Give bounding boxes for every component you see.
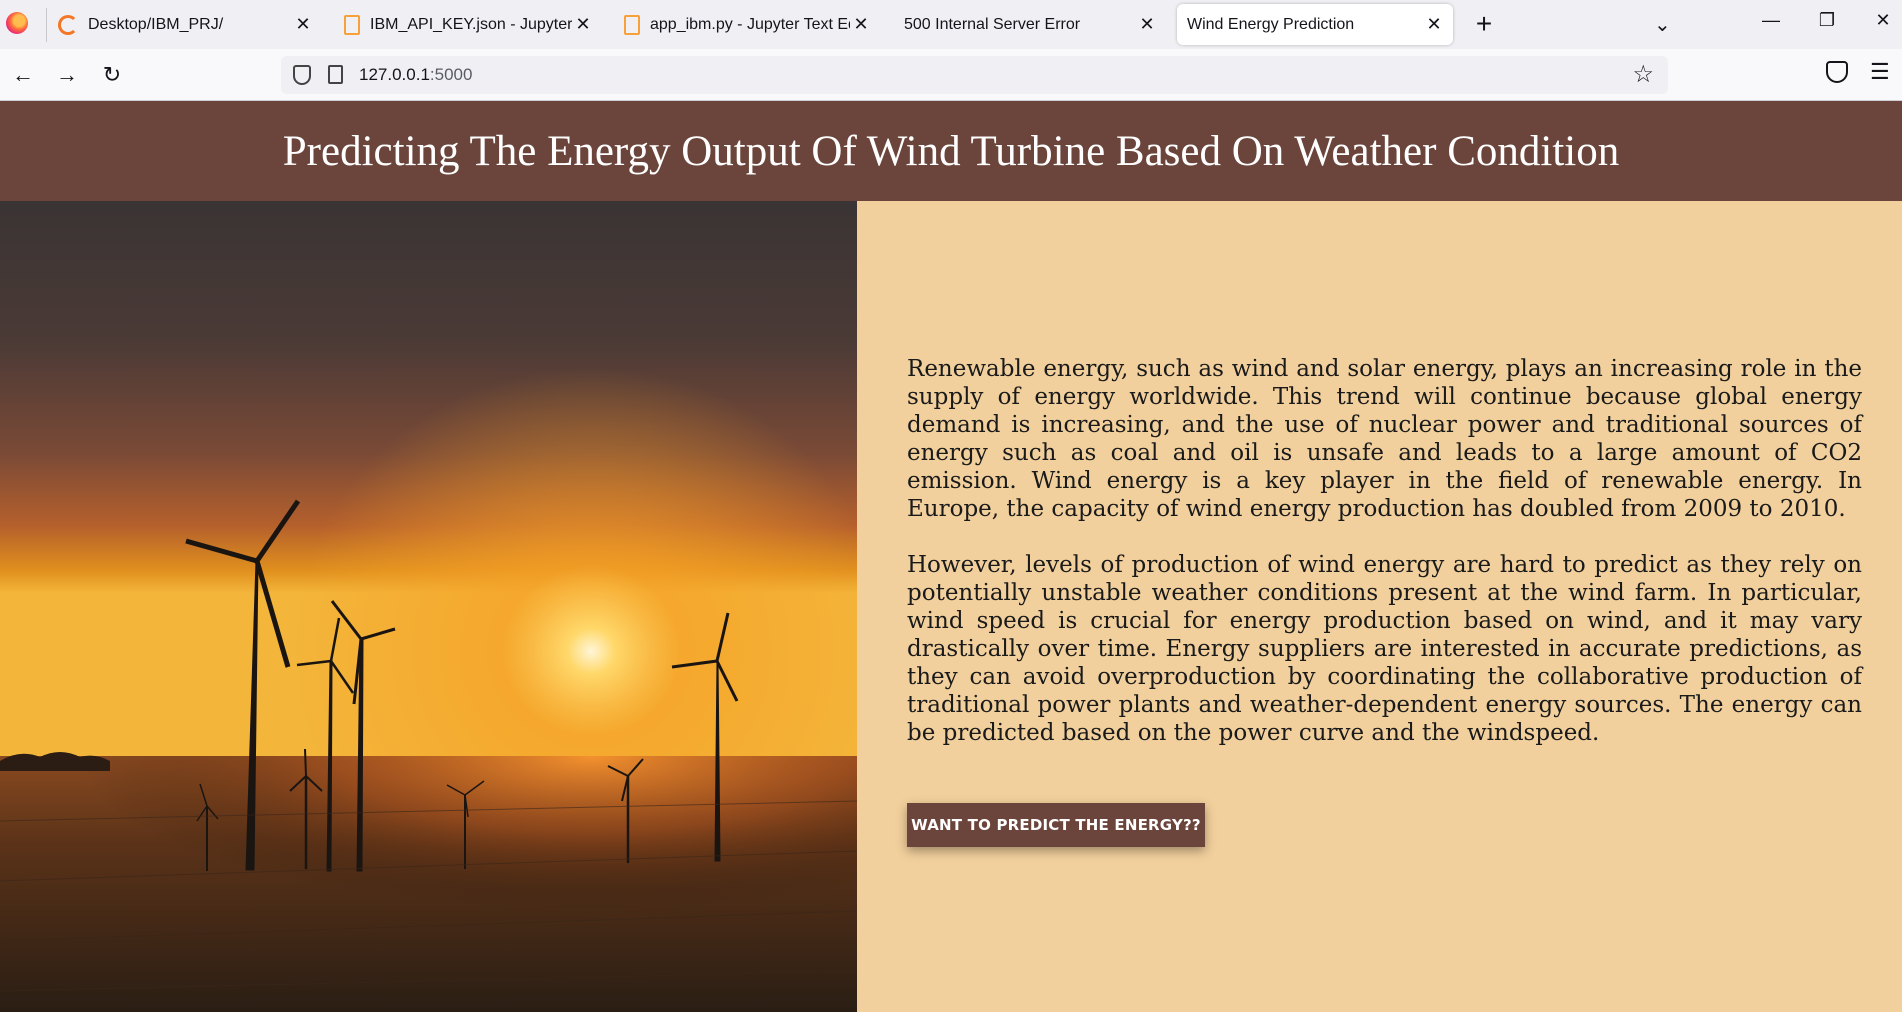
- bookmark-star-icon[interactable]: ☆: [1632, 60, 1654, 89]
- description-paragraph-2: However, levels of production of wind en…: [907, 552, 1862, 746]
- predict-energy-button[interactable]: WANT TO PREDICT THE ENERGY??: [907, 803, 1205, 847]
- close-tab-icon[interactable]: ✕: [1136, 14, 1158, 36]
- tab-label: IBM_API_KEY.json - Jupyter Text: [370, 15, 572, 33]
- tab-internal-server-error[interactable]: 500 Internal Server Error ✕: [896, 4, 1166, 45]
- description-pane: Renewable energy, such as wind and solar…: [857, 201, 1902, 1012]
- url-port: :5000: [429, 65, 473, 84]
- close-tab-icon[interactable]: ✕: [572, 14, 594, 36]
- new-tab-icon[interactable]: +: [1468, 9, 1500, 41]
- close-tab-icon[interactable]: ✕: [292, 14, 314, 36]
- back-arrow-icon[interactable]: ←: [8, 60, 38, 90]
- tab-ibm-api-key[interactable]: IBM_API_KEY.json - Jupyter Text ✕: [344, 4, 602, 45]
- web-page: Predicting The Energy Output Of Wind Tur…: [0, 101, 1902, 1012]
- url-text[interactable]: 127.0.0.1:5000: [359, 65, 472, 85]
- browser-tab-strip: Desktop/IBM_PRJ/ ✕ IBM_API_KEY.json - Ju…: [0, 0, 1902, 49]
- tab-separator: [46, 8, 47, 42]
- close-window-icon[interactable]: ✕: [1868, 10, 1898, 38]
- page-title: Predicting The Energy Output Of Wind Tur…: [282, 127, 1620, 175]
- jupyter-icon: [58, 14, 78, 35]
- hamburger-menu-icon[interactable]: ☰: [1870, 59, 1890, 85]
- tab-label: Wind Energy Prediction: [1187, 15, 1355, 33]
- page-header: Predicting The Energy Output Of Wind Tur…: [0, 101, 1902, 201]
- address-bar[interactable]: 127.0.0.1:5000 ☆: [281, 56, 1668, 94]
- firefox-logo-icon[interactable]: [6, 12, 28, 34]
- chevron-down-icon[interactable]: ⌄: [1654, 12, 1671, 37]
- tab-label: 500 Internal Server Error: [904, 15, 1081, 33]
- tab-label: app_ibm.py - Jupyter Text Editor: [650, 15, 850, 33]
- minimize-icon[interactable]: —: [1756, 10, 1786, 38]
- tab-app-ibm-py[interactable]: app_ibm.py - Jupyter Text Editor ✕: [624, 4, 880, 45]
- url-host: 127.0.0.1: [359, 65, 430, 84]
- tab-desktop-ibm-prj[interactable]: Desktop/IBM_PRJ/ ✕: [58, 4, 322, 45]
- restore-icon[interactable]: ❐: [1812, 10, 1842, 38]
- tab-wind-energy-prediction[interactable]: Wind Energy Prediction ✕: [1177, 4, 1453, 45]
- navigation-toolbar: ← → ↻ 127.0.0.1:5000 ☆ ☰: [0, 49, 1902, 101]
- close-tab-icon[interactable]: ✕: [1423, 14, 1445, 36]
- file-icon: [624, 14, 640, 35]
- close-tab-icon[interactable]: ✕: [850, 14, 872, 36]
- description-paragraph-1: Renewable energy, such as wind and solar…: [907, 356, 1862, 522]
- tab-label: Desktop/IBM_PRJ/: [88, 15, 224, 33]
- shield-icon[interactable]: [293, 65, 311, 85]
- pocket-icon[interactable]: [1826, 61, 1848, 83]
- reload-icon[interactable]: ↻: [97, 60, 127, 90]
- forward-arrow-icon[interactable]: →: [52, 60, 82, 90]
- wind-turbine-sunset-image: [0, 201, 857, 1012]
- file-icon: [344, 14, 360, 35]
- page-icon[interactable]: [328, 65, 343, 84]
